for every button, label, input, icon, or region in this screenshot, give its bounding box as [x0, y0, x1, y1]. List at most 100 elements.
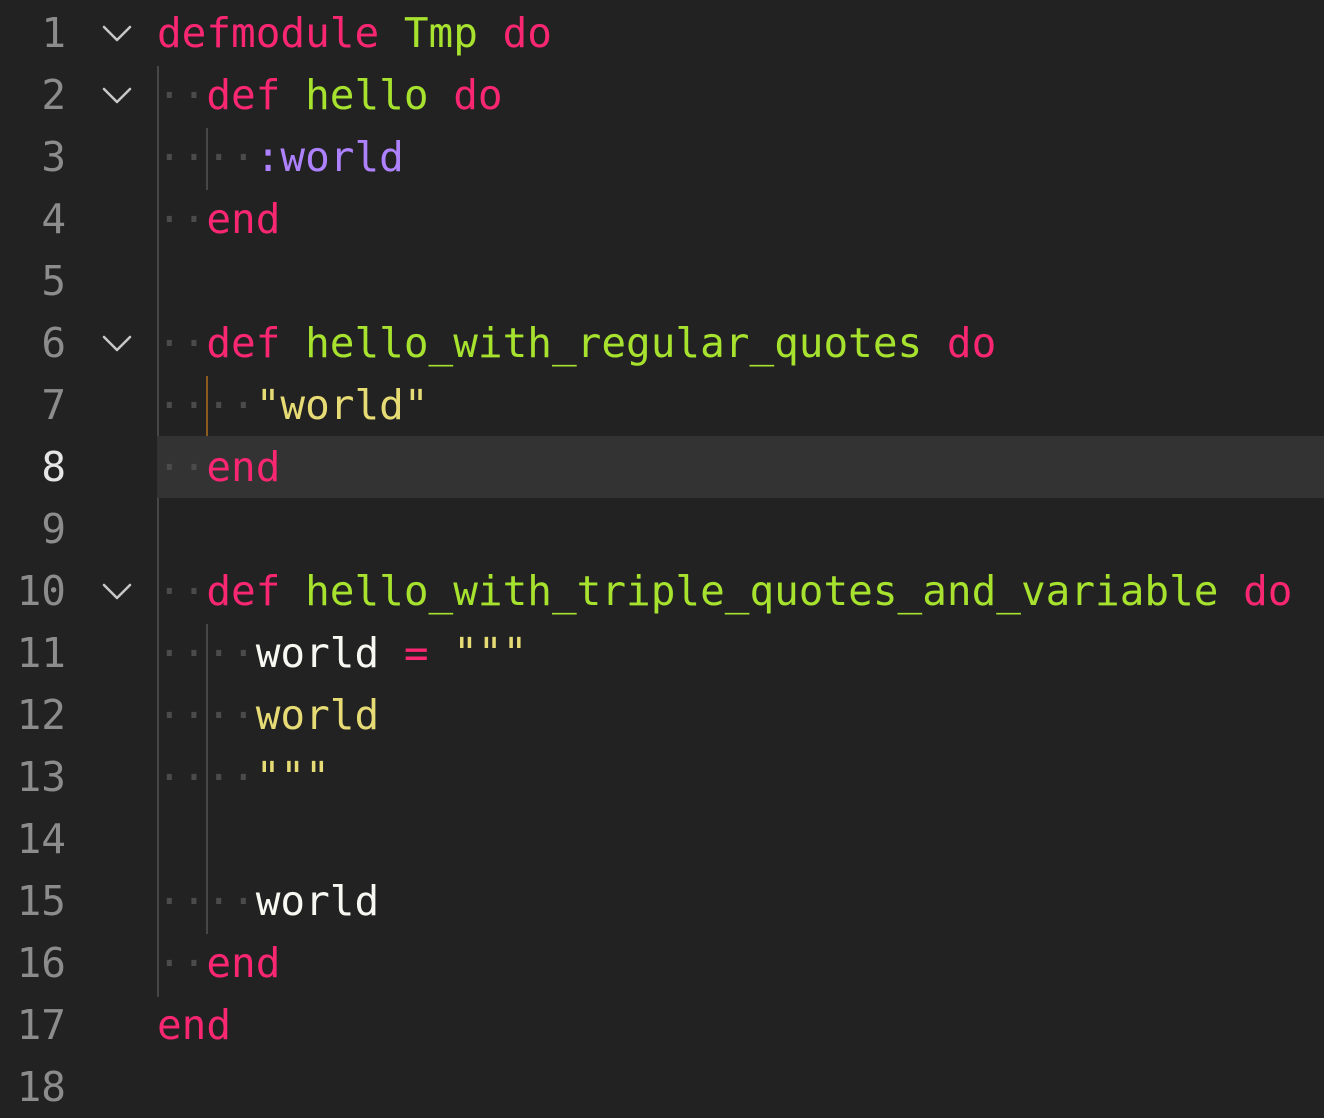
token-ws: ·· [157, 319, 207, 367]
token-atom: :world [255, 133, 404, 181]
line-number: 13 [16, 753, 66, 801]
chevron-down-icon[interactable] [101, 332, 133, 354]
token-var [922, 319, 947, 367]
token-ws: ···· [157, 753, 256, 801]
line-number: 12 [16, 691, 66, 739]
code-line[interactable]: 2 ··def hello do [0, 64, 1324, 126]
line-number: 14 [16, 815, 66, 863]
token-var [280, 319, 305, 367]
line-number: 15 [16, 877, 66, 925]
line-number: 10 [16, 567, 66, 615]
code-line[interactable]: 14 [0, 808, 1324, 870]
code-line[interactable]: 9 [0, 498, 1324, 560]
token-var: world [255, 877, 380, 925]
token-kw: end [157, 1001, 232, 1049]
code-text: ··def hello_with_regular_quotes do [157, 312, 996, 374]
token-ws: ···· [157, 381, 256, 429]
line-number: 11 [16, 629, 66, 677]
chevron-down-icon[interactable] [101, 84, 133, 106]
token-ws: ·· [157, 443, 207, 491]
code-line[interactable]: 4 ··end [0, 188, 1324, 250]
token-fn: hello [305, 71, 429, 119]
line-number: 17 [16, 1001, 66, 1049]
code-line[interactable]: 3 ····:world [0, 126, 1324, 188]
token-ws: ·· [157, 195, 207, 243]
line-number: 3 [41, 133, 66, 181]
token-ws: ···· [157, 691, 256, 739]
token-kw: end [206, 443, 281, 491]
token-kw: do [453, 71, 503, 119]
code-text: ··end [157, 188, 280, 250]
line-number: 5 [41, 257, 66, 305]
code-text: end [157, 994, 231, 1056]
code-text: ····"world" [157, 374, 429, 436]
token-var: world [255, 629, 380, 677]
token-str: "world" [255, 381, 429, 429]
code-line[interactable]: 13 ····""" [0, 746, 1324, 808]
line-number: 2 [41, 71, 66, 119]
token-kw: end [206, 939, 281, 987]
token-var [280, 567, 305, 615]
code-line[interactable]: 7 ····"world" [0, 374, 1324, 436]
token-op: = [403, 629, 429, 677]
token-str: """ [453, 629, 528, 677]
chevron-down-icon[interactable] [101, 22, 133, 44]
code-line[interactable]: 17 end [0, 994, 1324, 1056]
code-line[interactable]: 1 defmodule Tmp do [0, 2, 1324, 64]
code-editor[interactable]: 1 defmodule Tmp do 2 ··def hello do 3 ····:wo… [0, 0, 1324, 1118]
code-line[interactable]: 16 ··end [0, 932, 1324, 994]
code-line[interactable]: 12 ····world [0, 684, 1324, 746]
token-var [478, 9, 503, 57]
code-text: ··end [157, 436, 280, 498]
token-ws: ·· [157, 71, 207, 119]
code-text: ··def hello_with_triple_quotes_and_varia… [157, 560, 1293, 622]
code-line[interactable]: 10 ··def hello_with_triple_quotes_and_var… [0, 560, 1324, 622]
token-str: world [255, 691, 380, 739]
token-ws: ···· [157, 629, 256, 677]
code-line[interactable]: 18 [0, 1056, 1324, 1118]
token-kw: do [502, 9, 552, 57]
token-var [379, 9, 404, 57]
line-number: 1 [41, 9, 66, 57]
token-kw: defmodule [157, 9, 380, 57]
line-number: 18 [16, 1063, 66, 1111]
code-text: ····world = """ [157, 622, 527, 684]
line-number: 7 [41, 381, 66, 429]
code-text: ····world [157, 684, 379, 746]
token-ws: ···· [157, 133, 256, 181]
token-kw: def [206, 567, 281, 615]
code-text: ··def hello do [157, 64, 503, 126]
token-kw: do [946, 319, 997, 367]
code-line[interactable]: 8 ··end [0, 436, 1324, 498]
token-kw: do [1243, 567, 1293, 615]
token-mod: Tmp [403, 9, 478, 57]
line-number: 16 [16, 939, 66, 987]
code-line[interactable]: 5 [0, 250, 1324, 312]
code-text: ····world [157, 870, 379, 932]
token-kw: def [206, 319, 281, 367]
token-ws: ···· [157, 877, 256, 925]
token-var [379, 629, 404, 677]
token-kw: def [206, 71, 281, 119]
line-number: 8 [41, 443, 66, 491]
token-var [280, 71, 305, 119]
current-line-highlight [157, 436, 1324, 498]
line-number: 4 [41, 195, 66, 243]
code-line[interactable]: 11 ····world = """ [0, 622, 1324, 684]
token-kw: end [206, 195, 281, 243]
token-var [429, 71, 454, 119]
code-line[interactable]: 15 ····world [0, 870, 1324, 932]
code-text: defmodule Tmp do [157, 2, 552, 64]
token-ws: ·· [157, 567, 207, 615]
token-str: """ [255, 753, 330, 801]
token-var [429, 629, 454, 677]
token-ws: ·· [157, 939, 207, 987]
code-line[interactable]: 6 ··def hello_with_regular_quotes do [0, 312, 1324, 374]
line-number: 9 [41, 505, 66, 553]
code-text: ····:world [157, 126, 404, 188]
code-text: ····""" [157, 746, 330, 808]
token-var [1218, 567, 1243, 615]
token-fn: hello_with_regular_quotes [305, 319, 923, 367]
line-number: 6 [41, 319, 66, 367]
chevron-down-icon[interactable] [101, 580, 133, 602]
